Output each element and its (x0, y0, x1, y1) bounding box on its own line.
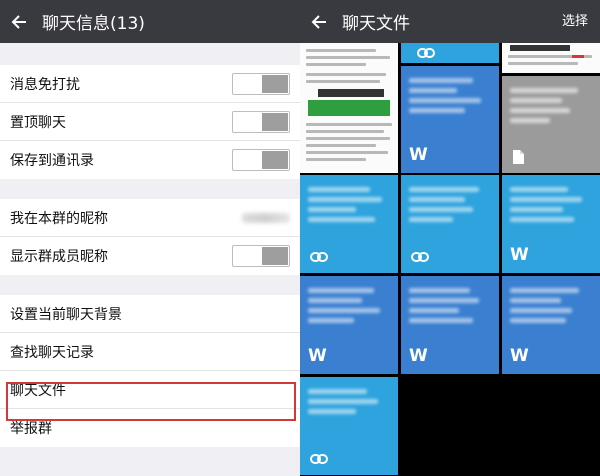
file-tile-file[interactable] (502, 76, 600, 173)
search-chat-history-row[interactable]: 查找聊天记录 (0, 333, 300, 371)
select-button[interactable]: 选择 (562, 0, 588, 43)
file-tile-word[interactable]: W (502, 276, 600, 374)
word-icon: W (510, 245, 529, 265)
row-label: 查找聊天记录 (10, 344, 94, 361)
word-icon: W (308, 346, 327, 366)
file-tile-word[interactable]: W (300, 276, 398, 374)
chat-info-header: 聊天信息(13) (0, 0, 300, 43)
file-tile-link[interactable] (300, 377, 398, 475)
back-arrow-icon (311, 14, 326, 29)
file-tile-link[interactable] (401, 175, 499, 273)
chat-info-panel: 聊天信息(13) 消息免打扰 置顶聊天 保存到通讯录 我在本群的昵称 显示群成员… (0, 0, 300, 476)
file-tile-screenshot[interactable] (300, 43, 398, 173)
link-icon (417, 48, 435, 58)
page-title: 聊天文件 (342, 14, 410, 34)
set-chat-background-row[interactable]: 设置当前聊天背景 (0, 295, 300, 333)
word-icon: W (409, 346, 428, 366)
save-to-contacts-row[interactable]: 保存到通讯录 (0, 141, 300, 179)
group-nickname-row[interactable]: 我在本群的昵称 (0, 199, 300, 237)
file-icon (513, 150, 524, 164)
back-arrow-icon (11, 14, 26, 29)
file-tile-screenshot[interactable] (502, 43, 600, 73)
back-button[interactable] (300, 0, 338, 43)
pin-chat-row[interactable]: 置顶聊天 (0, 103, 300, 141)
show-member-nicknames-toggle[interactable] (232, 245, 290, 267)
nickname-value-blurred (242, 213, 290, 223)
link-icon (310, 252, 328, 262)
show-member-nicknames-row[interactable]: 显示群成员昵称 (0, 237, 300, 275)
file-tile-word[interactable]: W (401, 276, 499, 374)
file-tile-link[interactable] (300, 175, 398, 273)
word-icon: W (409, 145, 428, 165)
link-icon (310, 454, 328, 464)
file-tile-word[interactable]: W (401, 66, 499, 173)
row-label: 消息免打扰 (10, 76, 80, 93)
back-button[interactable] (0, 0, 38, 43)
row-label: 显示群成员昵称 (10, 249, 108, 265)
chat-files-panel: 聊天文件 选择 W W W W W (300, 0, 600, 476)
save-to-contacts-toggle[interactable] (232, 149, 290, 171)
row-label: 保存到通讯录 (10, 153, 94, 169)
row-label: 设置当前聊天背景 (10, 306, 122, 323)
mute-notifications-toggle[interactable] (232, 73, 290, 95)
file-tile-link[interactable] (401, 43, 499, 63)
word-icon: W (510, 346, 529, 366)
chat-files-highlight-box (6, 382, 296, 421)
pin-chat-toggle[interactable] (232, 111, 290, 133)
row-label: 我在本群的昵称 (10, 210, 108, 227)
file-tile-word[interactable]: W (502, 175, 600, 273)
link-icon (411, 252, 429, 262)
row-label: 举报群 (10, 421, 52, 437)
page-title: 聊天信息(13) (42, 14, 145, 34)
chat-files-header: 聊天文件 选择 (300, 0, 600, 43)
mute-notifications-row[interactable]: 消息免打扰 (0, 65, 300, 103)
row-label: 置顶聊天 (10, 114, 66, 131)
